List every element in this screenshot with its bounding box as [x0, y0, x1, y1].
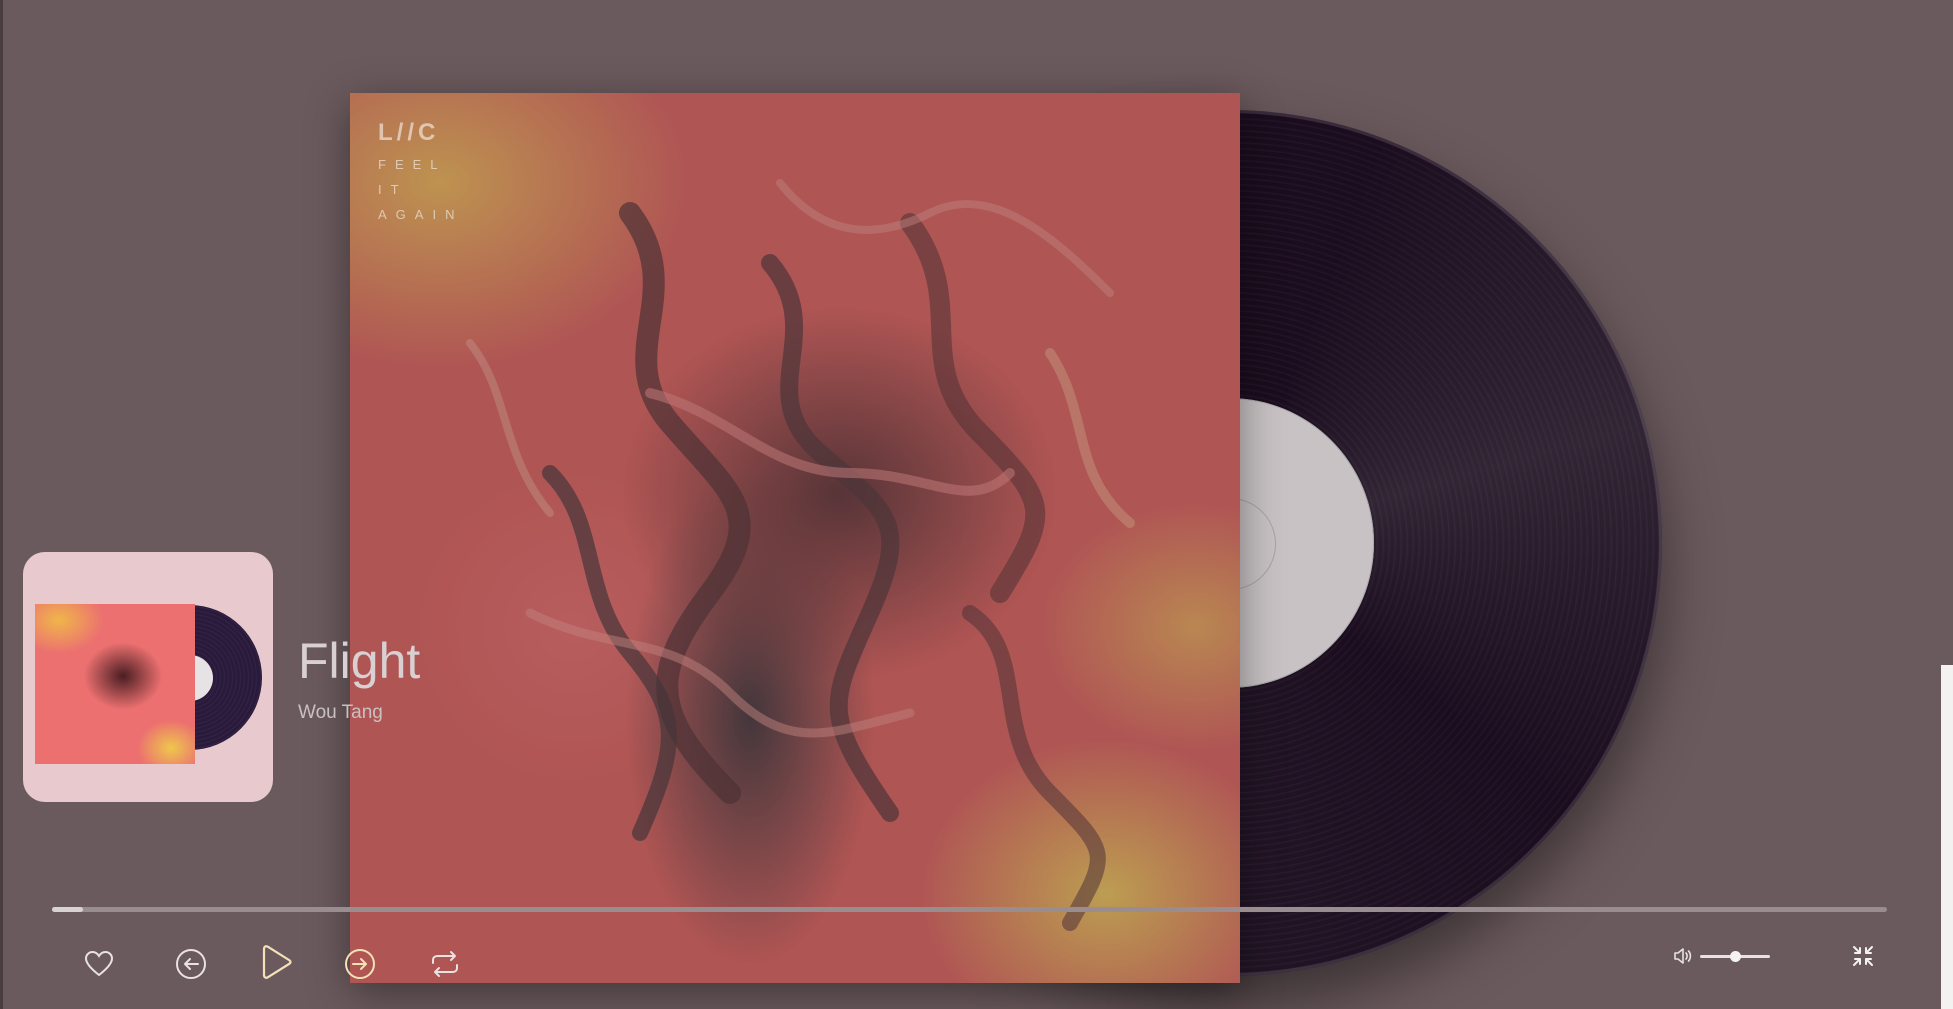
progress-fill — [52, 907, 84, 912]
like-button[interactable] — [80, 947, 118, 981]
now-playing-artwork[interactable] — [23, 552, 273, 802]
album-logo: L//C FEEL IT AGAIN — [378, 119, 463, 222]
track-artist[interactable]: Wou Tang — [298, 702, 383, 724]
repeat-icon — [432, 951, 458, 977]
album-title-line: FEEL — [378, 157, 447, 172]
window-edge — [0, 0, 3, 1009]
progress-bar[interactable] — [52, 907, 1887, 912]
heart-icon — [84, 950, 114, 977]
player-background: T A G A N L//C FEEL — [0, 0, 1953, 1009]
exit-fullscreen-icon — [1853, 946, 1873, 966]
mini-album-cover — [35, 604, 195, 764]
play-icon — [262, 945, 292, 979]
album-title-line: AGAIN — [378, 207, 464, 222]
volume-slider[interactable] — [1700, 951, 1770, 962]
repeat-button[interactable] — [427, 947, 463, 981]
volume-icon — [1674, 948, 1692, 964]
next-button[interactable] — [342, 946, 378, 982]
album-cover: L//C FEEL IT AGAIN — [350, 93, 1240, 983]
scrollbar[interactable] — [1941, 0, 1953, 1009]
previous-icon — [176, 949, 206, 979]
scrollbar-thumb[interactable] — [1941, 665, 1953, 1009]
volume-slider-knob[interactable] — [1730, 951, 1741, 962]
next-icon — [345, 949, 375, 979]
track-title: Flight — [298, 633, 421, 689]
exit-fullscreen-button[interactable] — [1852, 945, 1874, 972]
play-button[interactable] — [256, 942, 296, 982]
cover-dim-overlay — [350, 93, 1240, 983]
previous-button[interactable] — [173, 946, 209, 982]
album-logo-mark: L//C — [378, 119, 440, 146]
album-title-line: IT — [378, 182, 408, 197]
volume-button[interactable] — [1673, 946, 1693, 971]
